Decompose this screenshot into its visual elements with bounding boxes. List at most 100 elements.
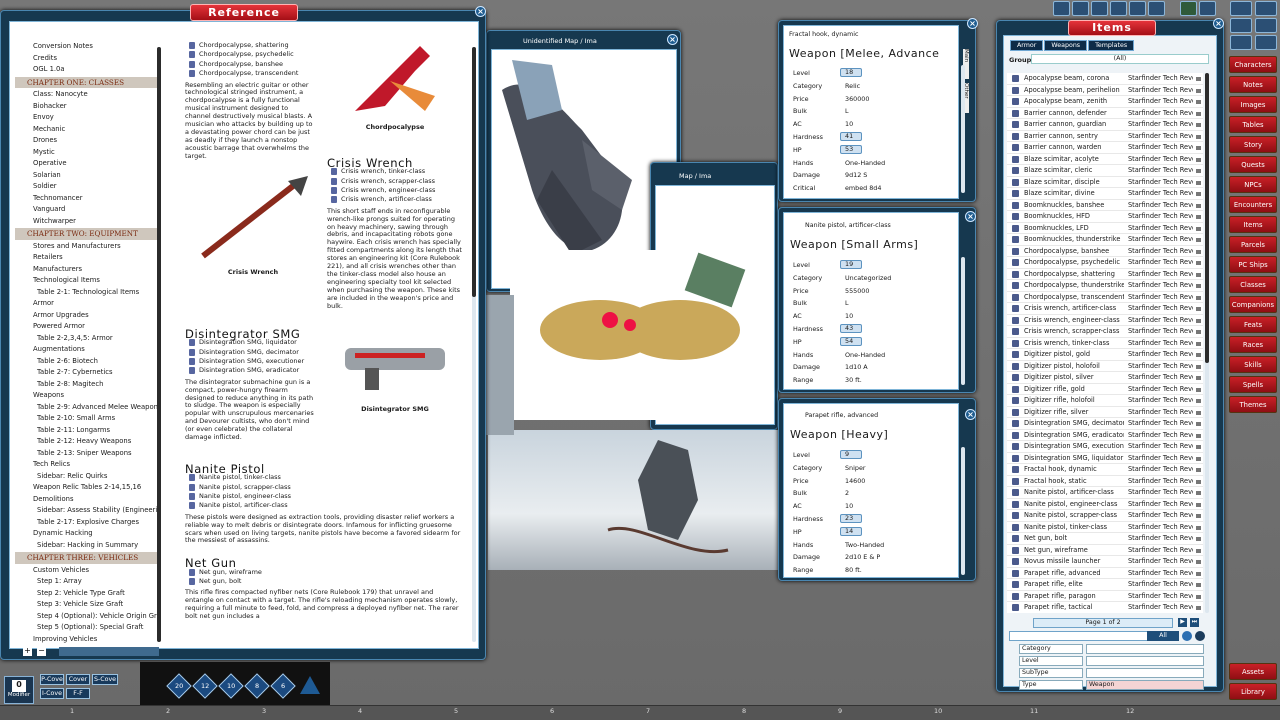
list-item[interactable]: Barrier cannon, guardianStarfinder Tech …	[1007, 119, 1203, 131]
toc-link[interactable]: Table 2-7: Cybernetics	[15, 367, 161, 379]
item-link[interactable]: Disintegration SMG, eradicator	[185, 366, 315, 375]
list-item[interactable]: Apocalypse beam, coronaStarfinder Tech R…	[1007, 73, 1203, 85]
toc-link[interactable]: Table 2-1: Technological Items	[15, 287, 161, 299]
filter-value[interactable]: Weapon	[1086, 680, 1204, 690]
toc-link[interactable]: Table 2-13: Sniper Weapons	[15, 448, 161, 460]
next-page-button[interactable]: ▶	[1178, 618, 1187, 627]
toc-link[interactable]: Sidebar: Relic Quirks	[15, 471, 161, 483]
price-value[interactable]: 555000	[845, 287, 869, 295]
toc-link[interactable]: Custom Vehicles	[15, 565, 161, 577]
list-item[interactable]: Barrier cannon, sentryStarfinder Tech Re…	[1007, 131, 1203, 143]
item-link[interactable]: Crisis wrench, artificer-class	[327, 195, 465, 204]
toc-link[interactable]: Operative	[15, 158, 161, 170]
item-link[interactable]: Crisis wrench, tinker-class	[327, 167, 465, 176]
toc-link[interactable]: Conversion Notes	[15, 41, 161, 53]
toc-link[interactable]: Table 2-9: Advanced Melee Weapons	[15, 402, 161, 414]
select-icon[interactable]	[1110, 1, 1127, 16]
last-page-button[interactable]: ⏭	[1190, 618, 1199, 627]
sidebar-classes[interactable]: Classes	[1229, 276, 1277, 293]
list-item[interactable]: Digitizer pistol, silverStarfinder Tech …	[1007, 372, 1203, 384]
cover-button[interactable]: P-Cove	[40, 674, 64, 685]
list-item[interactable]: Chordpocalypse, thunderstrikeStarfinder …	[1007, 280, 1203, 292]
item-link[interactable]: Disintegration SMG, liquidator	[185, 338, 315, 347]
toc-link[interactable]: Table 2-6: Biotech	[15, 356, 161, 368]
list-item[interactable]: Boomknuckles, LFDStarfinder Tech Revolut…	[1007, 223, 1203, 235]
modifier-value[interactable]: 0	[12, 680, 26, 692]
close-icon[interactable]: ×	[965, 211, 976, 222]
light-icon[interactable]	[1148, 1, 1165, 16]
sidebar-parcels[interactable]: Parcels	[1229, 236, 1277, 253]
list-item[interactable]: Disintegration SMG, liquidatorStarfinder…	[1007, 453, 1203, 465]
item-name-field[interactable]: Nanite pistol, artificer-class	[805, 222, 891, 229]
filter-value[interactable]	[1086, 656, 1204, 666]
list-item[interactable]: Digitizer pistol, goldStarfinder Tech Re…	[1007, 349, 1203, 361]
list-item[interactable]: Crisis wrench, tinker-classStarfinder Te…	[1007, 338, 1203, 350]
list-item[interactable]: Disintegration SMG, executionerStarfinde…	[1007, 441, 1203, 453]
toc-link[interactable]: Step 4 (Optional): Vehicle Origin Graft	[15, 611, 161, 623]
add-item-icon[interactable]	[1182, 631, 1192, 641]
library-icon[interactable]	[1230, 35, 1252, 50]
list-item[interactable]: Blaze scimitar, discipleStarfinder Tech …	[1007, 177, 1203, 189]
list-item[interactable]: Crisis wrench, scrapper-classStarfinder …	[1007, 326, 1203, 338]
list-item[interactable]: Boomknuckles, HFDStarfinder Tech Revolut…	[1007, 211, 1203, 223]
item-name-field[interactable]: Parapet rifle, advanced	[805, 412, 878, 419]
settings-icon[interactable]	[1230, 18, 1252, 33]
level-value[interactable]: 19	[840, 260, 862, 269]
stat-scrollbar[interactable]	[961, 65, 965, 193]
toc-link[interactable]: Table 2-11: Longarms	[15, 425, 161, 437]
modifier-box[interactable]: 0 Modifier	[4, 676, 34, 704]
sidebar-assets[interactable]: Assets	[1229, 663, 1277, 680]
ac-value[interactable]: 10	[845, 312, 853, 320]
search-input[interactable]	[1009, 631, 1149, 641]
toc-link[interactable]: Credits	[15, 53, 161, 65]
list-item[interactable]: Nanite pistol, tinker-classStarfinder Te…	[1007, 522, 1203, 534]
level-value[interactable]: 18	[840, 68, 862, 77]
toc-link[interactable]: Step 1: Array	[15, 576, 161, 588]
reference-search[interactable]	[59, 647, 159, 656]
list-item[interactable]: Blaze scimitar, clericStarfinder Tech Re…	[1007, 165, 1203, 177]
list-item[interactable]: Crisis wrench, engineer-classStarfinder …	[1007, 315, 1203, 327]
sidebar-feats[interactable]: Feats	[1229, 316, 1277, 333]
level-value[interactable]: 9	[840, 450, 862, 459]
edit-item-icon[interactable]	[1195, 631, 1205, 641]
list-item[interactable]: Parapet rifle, eliteStarfinder Tech Revo…	[1007, 579, 1203, 591]
list-item[interactable]: Barrier cannon, defenderStarfinder Tech …	[1007, 108, 1203, 120]
toc-link[interactable]: Technological Items	[15, 275, 161, 287]
stat-scrollbar[interactable]	[961, 447, 965, 575]
tab-templates[interactable]: Templates	[1088, 40, 1134, 51]
sidebar-npcs[interactable]: NPCs	[1229, 176, 1277, 193]
grid-icon[interactable]	[1072, 1, 1089, 16]
damage-value[interactable]: 2d10 E & P	[845, 553, 880, 561]
toc-link[interactable]: Soldier	[15, 181, 161, 193]
ac-value[interactable]: 10	[845, 120, 853, 128]
category-value[interactable]: Uncategorized	[845, 274, 891, 282]
toc-link[interactable]: Stores and Manufacturers	[15, 241, 161, 253]
pin-icon[interactable]	[1180, 1, 1197, 16]
sidebar-characters[interactable]: Characters	[1229, 56, 1277, 73]
list-item[interactable]: Blaze scimitar, acolyteStarfinder Tech R…	[1007, 154, 1203, 166]
hands-value[interactable]: One-Handed	[845, 351, 885, 359]
range-value[interactable]: 30 ft.	[845, 376, 862, 384]
filter-value[interactable]	[1086, 644, 1204, 654]
toc-link[interactable]: Table 2-17: Explosive Charges	[15, 517, 161, 529]
list-item[interactable]: Apocalypse beam, perihelionStarfinder Te…	[1007, 85, 1203, 97]
toc-link[interactable]: Powered Armor	[15, 321, 161, 333]
hp-value[interactable]: 53	[840, 145, 862, 154]
reference-window[interactable]: Conversion NotesCreditsOGL 1.0aCHAPTER O…	[0, 10, 486, 660]
body-scrollbar[interactable]	[472, 47, 476, 642]
toc-link[interactable]: Biohacker	[15, 101, 161, 113]
all-filter-button[interactable]: All	[1147, 631, 1179, 641]
list-item[interactable]: Apocalypse beam, zenithStarfinder Tech R…	[1007, 96, 1203, 108]
list-item[interactable]: Novus missile launcherStarfinder Tech Re…	[1007, 556, 1203, 568]
toc-link[interactable]: OGL 1.0a	[15, 64, 161, 76]
list-item[interactable]: Chordpocalypse, psychedelicStarfinder Te…	[1007, 257, 1203, 269]
toc-link[interactable]: Witchwarper	[15, 216, 161, 228]
list-item[interactable]: Disintegration SMG, decimatorStarfinder …	[1007, 418, 1203, 430]
list-item[interactable]: Digitizer rifle, silverStarfinder Tech R…	[1007, 407, 1203, 419]
sidebar-skills[interactable]: Skills	[1229, 356, 1277, 373]
toc-link[interactable]: Table 2-12: Heavy Weapons	[15, 436, 161, 448]
hardness-value[interactable]: 23	[840, 514, 862, 523]
list-item[interactable]: Net gun, wireframeStarfinder Tech Revolu…	[1007, 545, 1203, 557]
list-item[interactable]: Parapet rifle, paragonStarfinder Tech Re…	[1007, 591, 1203, 603]
toc-link[interactable]: Retailers	[15, 252, 161, 264]
